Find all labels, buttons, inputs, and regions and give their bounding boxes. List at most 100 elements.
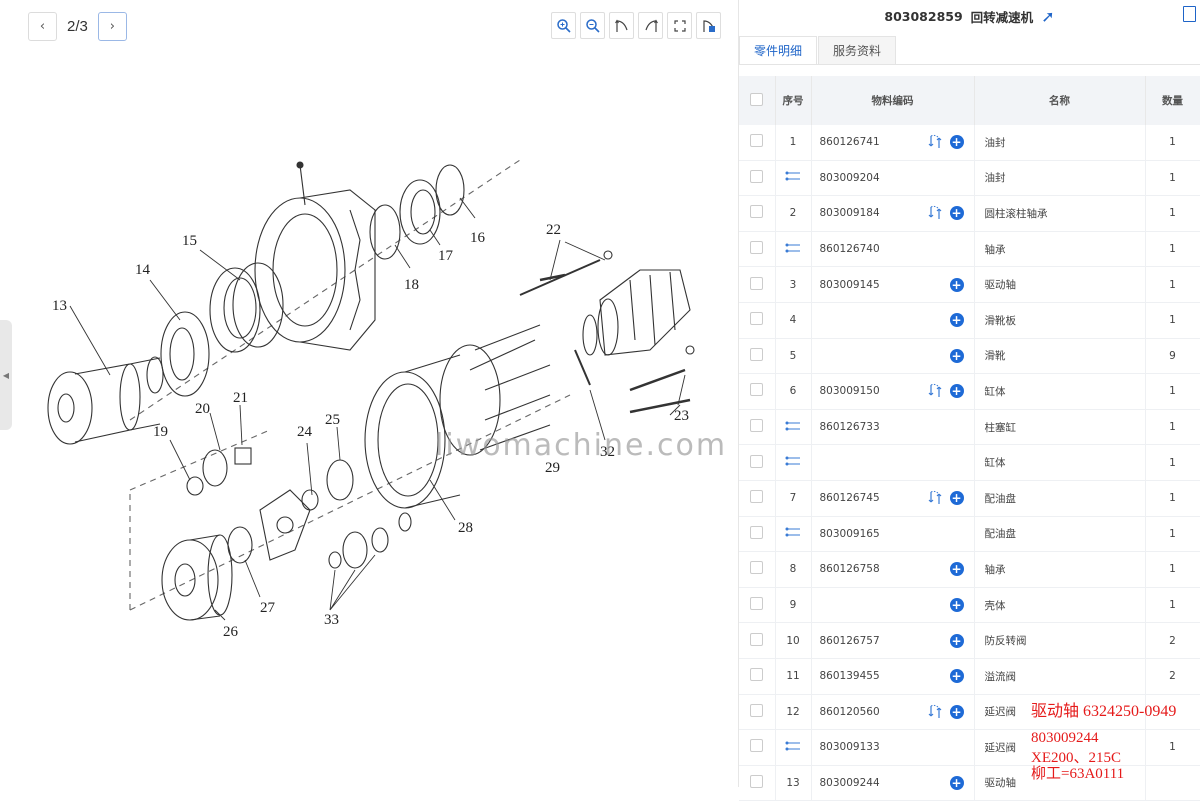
table-row[interactable]: 11 860139455 + 溢流阀 2 — [739, 658, 1200, 695]
row-checkbox[interactable] — [750, 561, 764, 575]
row-checkbox[interactable] — [750, 668, 764, 682]
tab-service-docs[interactable]: 服务资料 — [818, 36, 897, 64]
add-to-cart-icon[interactable]: + — [949, 669, 964, 684]
add-to-cart-icon[interactable]: + — [949, 277, 964, 292]
seq-cell: 2 — [775, 195, 812, 232]
code-cell — [811, 444, 975, 481]
table-row[interactable]: 5 + 滑靴 9 — [739, 338, 1200, 375]
replace-icon[interactable] — [927, 704, 943, 720]
viewer-toolbar — [551, 12, 721, 39]
row-checkbox[interactable] — [750, 383, 764, 397]
code-cell: 803009150 + — [811, 373, 975, 410]
row-checkbox[interactable] — [750, 169, 764, 183]
code-cell: + — [811, 338, 975, 375]
table-row[interactable]: 6 803009150 + 缸体 1 — [739, 373, 1200, 410]
table-row[interactable]: 860126733 柱塞缸 1 — [739, 409, 1200, 446]
row-checkbox[interactable] — [750, 739, 764, 753]
add-to-cart-icon[interactable]: + — [949, 562, 964, 577]
part-qty: 9 — [1145, 338, 1200, 375]
part-name: 滑靴 — [974, 338, 1146, 375]
row-checkbox[interactable] — [750, 632, 764, 646]
add-to-cart-icon[interactable]: + — [949, 384, 964, 399]
add-to-cart-icon[interactable]: + — [949, 633, 964, 648]
row-checkbox[interactable] — [750, 276, 764, 290]
rotate-right-button[interactable] — [638, 12, 663, 39]
table-row[interactable]: 13 803009244 + 驱动轴 — [739, 765, 1200, 801]
code-cell: 803009145 + — [811, 266, 975, 303]
seq-cell — [775, 409, 812, 446]
table-row[interactable]: 803009204 油封 1 — [739, 160, 1200, 197]
row-select-cell — [739, 658, 776, 695]
table-row[interactable]: 803009165 配油盘 1 — [739, 516, 1200, 553]
replace-icon[interactable] — [927, 134, 943, 150]
row-checkbox[interactable] — [750, 703, 764, 717]
part-name: 轴承 — [974, 551, 1146, 588]
add-to-cart-icon[interactable]: + — [949, 491, 964, 506]
assembly-title: 回转减速机 — [970, 9, 1034, 25]
collapse-handle[interactable]: ◀ — [0, 320, 12, 430]
row-checkbox[interactable] — [750, 134, 764, 148]
row-checkbox[interactable] — [750, 490, 764, 504]
jump-arrow-icon[interactable]: ➚ — [1041, 7, 1054, 26]
rotate-left-button[interactable] — [609, 12, 634, 39]
chevron-right-icon: › — [109, 19, 115, 34]
row-select-cell — [739, 409, 776, 446]
code-cell: + — [811, 302, 975, 339]
tab-parts-detail[interactable]: 零件明细 — [739, 36, 818, 64]
add-to-cart-icon[interactable]: + — [949, 135, 964, 150]
replace-icon[interactable] — [927, 205, 943, 221]
table-row[interactable]: 9 + 壳体 1 — [739, 587, 1200, 624]
prev-page-button[interactable]: ‹ — [28, 12, 57, 41]
panel-header: 803082859 回转减速机 ➚ — [739, 0, 1200, 32]
select-all-checkbox[interactable] — [750, 92, 764, 106]
table-row[interactable]: 10 860126757 + 防反转阀 2 — [739, 622, 1200, 659]
row-checkbox[interactable] — [750, 419, 764, 433]
row-select-cell — [739, 444, 776, 481]
table-row[interactable]: 3 803009145 + 驱动轴 1 — [739, 266, 1200, 303]
add-to-cart-icon[interactable]: + — [949, 313, 964, 328]
row-checkbox[interactable] — [750, 454, 764, 468]
row-checkbox[interactable] — [750, 205, 764, 219]
row-checkbox[interactable] — [750, 525, 764, 539]
add-to-cart-icon[interactable]: + — [949, 704, 964, 719]
row-checkbox[interactable] — [750, 774, 764, 788]
document-icon[interactable] — [1183, 6, 1196, 22]
add-to-cart-icon[interactable]: + — [949, 348, 964, 363]
zoom-out-button[interactable] — [580, 12, 605, 39]
add-to-cart-icon[interactable]: + — [949, 775, 964, 790]
table-row[interactable]: 1 860126741 + 油封 1 — [739, 125, 1200, 161]
table-row[interactable]: 860126740 轴承 1 — [739, 231, 1200, 268]
row-checkbox[interactable] — [750, 312, 764, 326]
part-code: 860126757 — [819, 634, 880, 647]
assembly-code: 803082859 — [884, 8, 963, 24]
code-cell: 803009184 + — [811, 195, 975, 232]
reset-view-button[interactable] — [696, 12, 721, 39]
next-page-button[interactable]: › — [97, 12, 127, 41]
fullscreen-button[interactable] — [667, 12, 692, 39]
table-row[interactable]: 7 860126745 + 配油盘 1 — [739, 480, 1200, 517]
part-code: 803009165 — [819, 527, 880, 540]
table-row[interactable]: 2 803009184 + 圆柱滚柱轴承 1 — [739, 195, 1200, 232]
table-row[interactable]: 4 + 滑靴板 1 — [739, 302, 1200, 339]
row-checkbox[interactable] — [750, 347, 764, 361]
table-row[interactable]: 缸体 1 — [739, 444, 1200, 481]
row-checkbox[interactable] — [750, 597, 764, 611]
part-bearing — [209, 267, 261, 353]
replace-icon[interactable] — [927, 490, 943, 506]
row-checkbox[interactable] — [750, 241, 764, 255]
part-code: 803009133 — [819, 741, 880, 754]
table-row[interactable]: 803009133 延迟阀 1 — [739, 729, 1200, 766]
code-cell: 860126757 + — [811, 622, 975, 659]
rotate-left-icon — [614, 19, 628, 32]
overlay-note-line4: 柳工=63A0111 — [1031, 766, 1125, 782]
part-name: 配油盘 — [974, 480, 1146, 517]
seq-cell: 9 — [775, 587, 812, 624]
add-to-cart-icon[interactable]: + — [949, 206, 964, 221]
add-to-cart-icon[interactable]: + — [949, 598, 964, 613]
table-row[interactable]: 8 860126758 + 轴承 1 — [739, 551, 1200, 588]
replace-icon[interactable] — [927, 383, 943, 399]
code-cell: 860139455 + — [811, 658, 975, 695]
parts-panel: 803082859 回转减速机 ➚ 零件明细 服务资料 序号 物料编码 名称 数… — [739, 0, 1200, 801]
part-bearing-small — [399, 179, 441, 245]
zoom-in-button[interactable] — [551, 12, 576, 39]
